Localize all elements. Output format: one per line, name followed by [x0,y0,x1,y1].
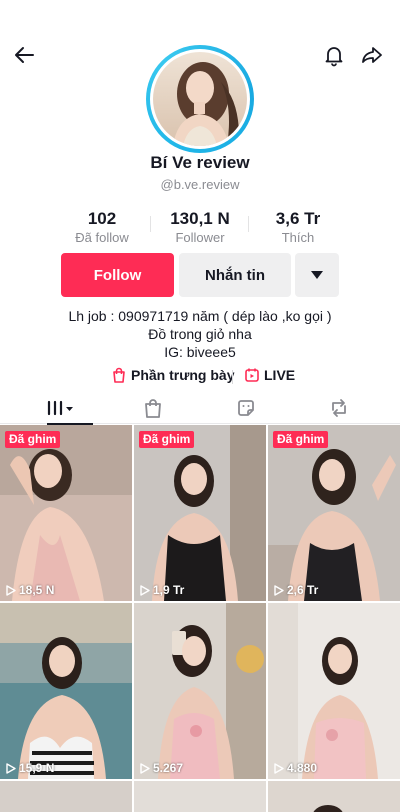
stat-likes-value: 3,6 Tr [275,209,321,228]
video-thumbnail[interactable]: 15,9 N [0,603,132,779]
shopping-bag-icon [145,399,161,418]
repost-icon [332,399,346,417]
profile-tabs [0,392,400,425]
message-button[interactable]: Nhắn tin [179,253,291,297]
profile-stats: 102 Đã follow 130,1 N Follower 3,6 Tr Th… [0,209,400,249]
play-icon [6,584,16,596]
live-calendar-icon [245,368,259,382]
view-count: 2,6 Tr [274,583,318,597]
view-count: 18,5 N [6,583,54,597]
avatar [153,52,247,146]
video-thumbnail[interactable]: 5.267 [134,603,266,779]
shopping-bag-icon [113,367,125,383]
video-thumbnail[interactable] [134,781,266,812]
video-thumbnail[interactable]: Đã ghim 18,5 N [0,425,132,601]
video-thumbnail[interactable] [268,781,400,812]
stat-likes[interactable]: 3,6 Tr Thích [253,209,343,246]
play-icon [274,584,284,596]
follow-button[interactable]: Follow [61,253,174,297]
showcase-link[interactable]: Phần trưng bày [111,367,234,383]
pinned-badge: Đã ghim [139,431,195,448]
profile-bio: Lh job : 090971719 năm ( dép lào ,ko gọi… [0,307,400,361]
tab-favorites[interactable] [196,392,296,424]
video-thumbnail[interactable] [0,781,132,812]
profile-links: Phần trưng bày LIVE [0,367,400,387]
video-thumbnail[interactable]: 4.880 [268,603,400,779]
bio-line: IG: biveee5 [164,344,236,360]
pinned-badge: Đã ghim [5,431,61,448]
tab-videos[interactable] [10,392,110,425]
avatar-story-ring[interactable] [146,45,254,153]
video-thumbnail[interactable]: Đã ghim 2,6 Tr [268,425,400,601]
view-count: 4.880 [274,761,317,775]
profile-actions: Follow Nhắn tin [0,253,400,297]
bio-line: Lh job : 090971719 năm ( dép lào ,ko gọi… [68,308,332,324]
stat-likes-label: Thích [281,230,315,245]
stat-followers[interactable]: 130,1 N Follower [155,209,245,246]
back-arrow-icon[interactable] [9,39,41,71]
play-icon [140,584,150,596]
live-label: LIVE [264,367,296,383]
play-icon [140,762,150,774]
tab-reposts[interactable] [289,392,389,424]
play-icon [6,762,16,774]
stat-divider [248,216,249,232]
play-icon [274,762,284,774]
stat-followers-value: 130,1 N [170,209,230,228]
bio-line: Đồ trong giỏ nha [148,326,252,342]
link-divider [232,370,233,384]
live-link[interactable]: LIVE [244,367,295,383]
profile-name: Bí Ve review [150,153,250,172]
sticker-icon [238,400,254,416]
stat-following-label: Đã follow [75,230,129,245]
profile-handle: @b.ve.review [160,177,240,192]
stat-followers-label: Follower [175,230,225,245]
stat-divider [150,216,151,232]
video-thumbnail[interactable]: Đã ghim 1,9 Tr [134,425,266,601]
bell-icon[interactable] [318,39,350,71]
share-icon[interactable] [356,39,388,71]
view-count: 15,9 N [6,761,54,775]
showcase-label: Phần trưng bày [131,367,235,383]
view-count: 1,9 Tr [140,583,184,597]
video-grid-icon [47,400,73,416]
stat-following[interactable]: 102 Đã follow [57,209,147,246]
pinned-badge: Đã ghim [273,431,329,448]
more-options-button[interactable] [295,253,339,297]
stat-following-value: 102 [87,209,117,228]
caret-down-icon [311,271,323,279]
view-count: 5.267 [140,761,183,775]
tab-shop[interactable] [103,392,203,424]
